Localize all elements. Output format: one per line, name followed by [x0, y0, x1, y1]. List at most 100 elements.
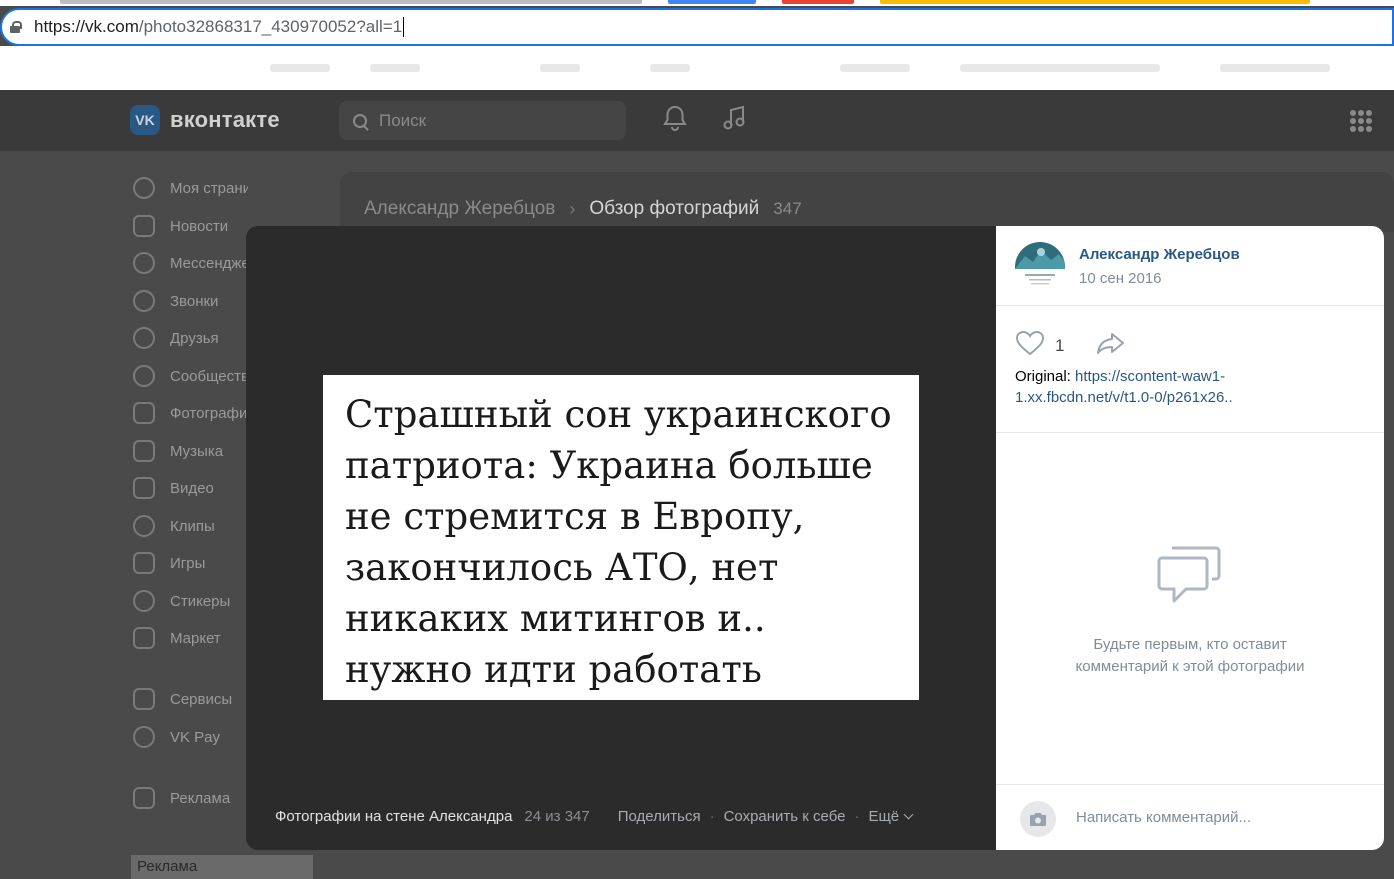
friends-icon — [133, 327, 155, 349]
text-caret — [403, 17, 405, 38]
author-name[interactable]: Александр Жеребцов — [1079, 246, 1240, 263]
share-link[interactable]: Поделиться — [618, 808, 701, 825]
nav-label: Музыка — [170, 442, 224, 460]
nav-item-ads[interactable]: Реклама — [133, 783, 248, 813]
nav-label: Звонки — [170, 292, 219, 310]
tab-indicator — [668, 0, 756, 4]
chevron-down-icon — [903, 809, 914, 820]
tab-indicator — [60, 0, 642, 4]
vk-logo-text: вконтакте — [170, 107, 280, 132]
nav-item-groups[interactable]: Сообщества — [133, 361, 248, 391]
vk-logo[interactable]: VK вконтакте — [130, 105, 280, 135]
nav-label: Сообщества — [170, 367, 248, 385]
bookmark-item[interactable] — [1220, 64, 1330, 72]
megaphone-icon — [133, 787, 155, 809]
photo-text-line: Страшный сон украинского — [345, 393, 892, 436]
share-icon[interactable] — [1095, 330, 1127, 361]
nav-item-calls[interactable]: Звонки — [133, 286, 248, 316]
nav-label: Видео — [170, 479, 214, 497]
photo-text-line: закончилось АТО, нет — [345, 546, 779, 589]
nav-label: Реклама — [170, 789, 231, 807]
comment-input[interactable]: Написать комментарий... — [1076, 809, 1251, 826]
nav-label: Моя страница — [170, 179, 248, 197]
bookmark-item[interactable] — [650, 64, 690, 72]
address-bar[interactable]: https://vk.com/photo32868317_430970052?a… — [0, 8, 1394, 46]
author-avatar[interactable] — [1015, 242, 1065, 292]
user-icon — [133, 177, 155, 199]
original-source: Original: https://scontent-waw1-1.xx.fbc… — [1015, 366, 1275, 408]
camera-icon[interactable] — [1020, 801, 1056, 837]
like-count: 1 — [1055, 335, 1065, 355]
separator-dot: · — [854, 808, 860, 825]
music-icon — [133, 440, 155, 462]
nav-label: Сервисы — [170, 690, 233, 708]
bookmark-item[interactable] — [840, 64, 910, 72]
bookmark-item[interactable] — [370, 64, 420, 72]
photo-date: 10 сен 2016 — [1079, 270, 1162, 287]
photo-text-line: нужно идти работать — [345, 648, 762, 691]
nav-label: Стикеры — [170, 592, 231, 610]
tab-indicator — [782, 0, 854, 4]
ad-promo-label: Реклама — [137, 858, 198, 875]
nav-item-messenger[interactable]: Мессенджер — [133, 248, 248, 278]
nav-label: VK Pay — [170, 728, 221, 746]
browser-tab-strip — [0, 0, 1394, 6]
breadcrumb-owner[interactable]: Александр Жеребцов — [364, 198, 555, 220]
like-button[interactable]: 1 — [1015, 330, 1064, 361]
comment-composer: Написать комментарий... — [996, 784, 1384, 850]
services-icon — [133, 688, 155, 710]
photo-text-line: никаких митингов и.. — [345, 597, 766, 640]
nav-item-clips[interactable]: Клипы — [133, 511, 248, 541]
comments-empty-line: комментарий к этой фотографии — [1075, 658, 1305, 675]
url-text[interactable]: https://vk.com/photo32868317_430970052?a… — [34, 16, 405, 38]
nav-item-market[interactable]: Маркет — [133, 623, 248, 653]
nav-item-music[interactable]: Музыка — [133, 436, 248, 466]
divider — [996, 432, 1384, 433]
comments-empty-icon — [1156, 544, 1222, 611]
nav-item-my-page[interactable]: Моя страница — [133, 173, 248, 203]
comments-empty-line: Будьте первым, кто оставит — [1093, 636, 1287, 653]
nav-item-vkpay[interactable]: VK Pay — [133, 722, 248, 752]
photo-sidebar: Александр Жеребцов 10 сен 2016 1 Origina… — [996, 226, 1384, 850]
bookmark-item[interactable] — [960, 64, 1160, 72]
lock-icon — [10, 21, 22, 33]
photo-icon — [133, 402, 155, 424]
photo-position: 24 из 347 — [524, 808, 590, 825]
ad-promo-block[interactable]: Реклама — [131, 855, 313, 879]
bookmark-item[interactable] — [270, 64, 330, 72]
breadcrumb: Александр Жеребцов › Обзор фотографий 34… — [364, 198, 802, 220]
apps-grid-icon[interactable] — [1350, 110, 1372, 132]
bookmark-item[interactable] — [540, 64, 580, 72]
nav-item-services[interactable]: Сервисы — [133, 684, 248, 714]
nav-label: Клипы — [170, 517, 215, 535]
vk-logo-mark: VK — [130, 105, 160, 135]
save-to-self-link[interactable]: Сохранить к себе — [724, 808, 846, 825]
nav-label: Игры — [170, 554, 206, 572]
phone-icon — [133, 290, 155, 312]
bell-icon[interactable] — [662, 104, 688, 139]
comments-empty-text: Будьте первым, кто оставит комментарий к… — [996, 634, 1384, 678]
bag-icon — [133, 627, 155, 649]
nav-item-news[interactable]: Новости — [133, 211, 248, 241]
nav-label: Мессенджер — [170, 254, 248, 272]
more-link[interactable]: Ещё — [868, 808, 899, 825]
video-icon — [133, 477, 155, 499]
url-host: https://vk.com — [34, 16, 139, 36]
news-icon — [133, 215, 155, 237]
nav-item-friends[interactable]: Друзья — [133, 323, 248, 353]
divider — [996, 305, 1384, 306]
search-input[interactable]: Поиск — [339, 101, 626, 140]
nav-item-photos[interactable]: Фотографии — [133, 398, 248, 428]
search-placeholder: Поиск — [379, 110, 427, 130]
music-icon[interactable] — [721, 104, 747, 139]
tab-indicator — [880, 0, 1310, 4]
photo-text-line: не стремится в Европу, — [345, 495, 805, 538]
nav-label: Фотографии — [170, 404, 248, 422]
viewer-footer: Фотографии на стене Александра 24 из 347… — [275, 808, 914, 825]
nav-item-video[interactable]: Видео — [133, 473, 248, 503]
url-path: /photo32868317_430970052?all=1 — [138, 16, 403, 36]
album-link[interactable]: Фотографии на стене Александра — [275, 808, 512, 825]
nav-item-games[interactable]: Игры — [133, 548, 248, 578]
photo-image[interactable]: Страшный сон украинского патриота: Украи… — [323, 375, 919, 700]
nav-item-stickers[interactable]: Стикеры — [133, 586, 248, 616]
